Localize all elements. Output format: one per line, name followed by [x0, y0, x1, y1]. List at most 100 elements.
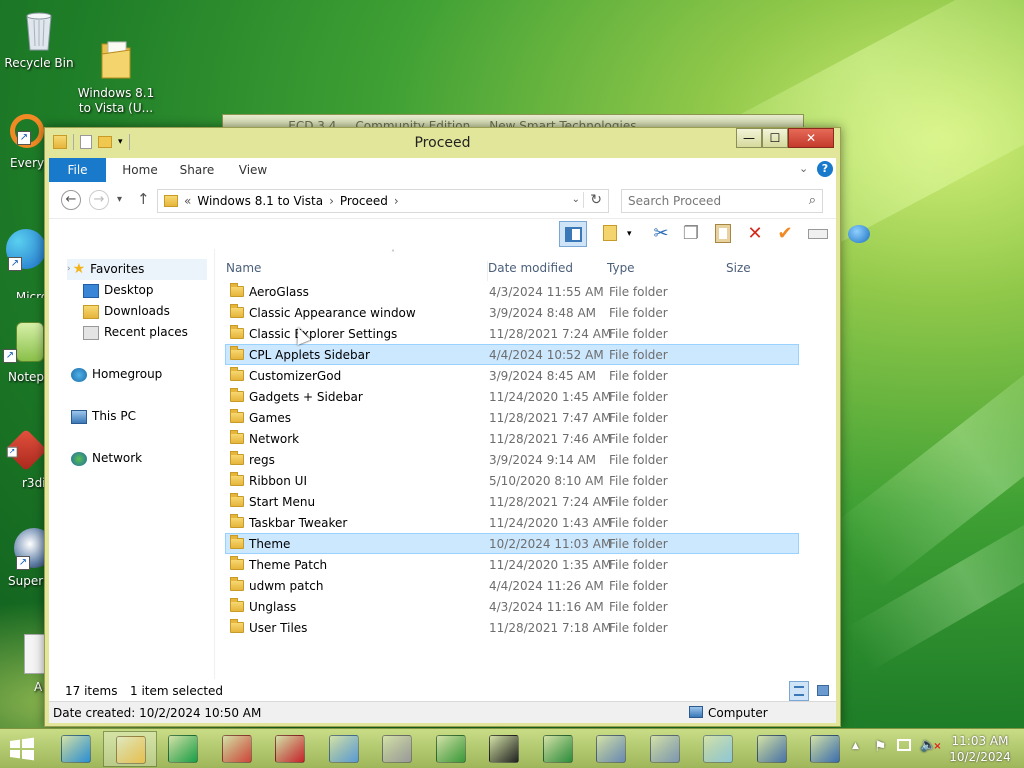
desktop-icon-r3dir[interactable]: ↗ r3di [0, 430, 46, 496]
address-dropdown-icon[interactable]: ⌄ [572, 194, 580, 205]
breadcrumb-separator[interactable]: › [329, 194, 334, 208]
tab-home[interactable]: Home [113, 158, 167, 182]
nav-item-label: Network [92, 451, 143, 465]
desktop-icon-recycle-bin[interactable]: Recycle Bin [0, 8, 78, 71]
desktop-icon-vista-folder[interactable]: Windows 8.1 to Vista (U... [77, 8, 155, 131]
recent-locations-button[interactable]: ▾ [117, 194, 122, 205]
nav-recent-places[interactable]: Recent places [83, 322, 188, 343]
expand-ribbon-icon[interactable]: ⌄ [799, 162, 808, 175]
file-row[interactable]: Taskbar Tweaker 11/24/2020 1:43 AM File fo… [225, 512, 799, 533]
file-row[interactable]: Network 11/28/2021 7:46 AM File folder [225, 428, 799, 449]
taskbar-app-button[interactable] [49, 731, 103, 767]
paste-button[interactable] [709, 221, 737, 247]
nav-network[interactable]: Network [71, 448, 142, 469]
file-row[interactable]: Classic Appearance window 3/9/2024 8:48 A… [225, 302, 799, 323]
desktop-icon-document[interactable]: A [0, 634, 46, 700]
column-header-date[interactable]: Date modified [487, 261, 573, 281]
action-center-flag-icon[interactable]: ⚑ [874, 739, 887, 757]
file-row[interactable]: User Tiles 11/28/2021 7:18 AM File folder [225, 617, 799, 638]
search-input[interactable] [628, 190, 798, 211]
file-row[interactable]: Theme 10/2/2024 11:03 AM File folder [225, 533, 799, 554]
file-name: Network [249, 432, 300, 446]
refresh-button[interactable]: ↻ [583, 192, 602, 208]
file-row[interactable]: Classic Explorer Settings 11/28/2021 7:24… [225, 323, 799, 344]
tray-overflow-button[interactable]: ▲ [852, 741, 859, 757]
nav-item-label: Favorites [90, 262, 145, 276]
taskbar-app-button[interactable] [424, 731, 478, 767]
file-date: 11/24/2020 1:45 AM [489, 390, 612, 404]
file-row[interactable]: AeroGlass 4/3/2024 11:55 AM File folder [225, 281, 799, 302]
file-row[interactable]: Unglass 4/3/2024 11:16 AM File folder [225, 596, 799, 617]
file-row[interactable]: Gadgets + Sidebar 11/24/2020 1:45 AM File … [225, 386, 799, 407]
maximize-button[interactable]: ☐ [762, 128, 788, 148]
computer-icon [689, 706, 703, 718]
preview-pane-button[interactable] [559, 221, 587, 247]
file-row[interactable]: Start Menu 11/28/2021 7:24 AM File folder [225, 491, 799, 512]
delete-button[interactable]: ✕ [741, 221, 769, 247]
close-button[interactable]: ✕ [788, 128, 834, 148]
details-view-button[interactable] [789, 681, 809, 701]
copy-button[interactable]: ❐ [677, 221, 705, 247]
cut-button[interactable]: ✂ [647, 221, 675, 247]
title-bar[interactable]: ▾ Proceed — ☐ ✕ [45, 128, 840, 158]
breadcrumb-overflow[interactable]: « [184, 194, 191, 208]
address-bar[interactable]: « Windows 8.1 to Vista › Proceed › ⌄ ↻ [157, 189, 609, 213]
desktop-icon-edge[interactable]: ↗ Micro Edg [0, 214, 46, 298]
desktop-icon-everything[interactable]: ↗ Everyt [0, 114, 46, 180]
minimize-button[interactable]: — [736, 128, 762, 148]
taskbar-app-button[interactable] [745, 731, 799, 767]
forward-button[interactable]: → [89, 190, 109, 210]
nav-this-pc[interactable]: This PC [71, 406, 136, 427]
taskbar-app-button[interactable] [531, 731, 585, 767]
up-button[interactable]: ↑ [137, 190, 150, 208]
file-row[interactable]: Theme Patch 11/24/2020 1:35 AM File folder [225, 554, 799, 575]
tab-share[interactable]: Share [171, 158, 223, 182]
nav-homegroup[interactable]: Homegroup [71, 364, 162, 385]
breadcrumb-separator[interactable]: › [394, 194, 399, 208]
file-row[interactable]: Ribbon UI 5/10/2020 8:10 AM File folder [225, 470, 799, 491]
nav-favorites[interactable]: › ★ Favorites [67, 259, 207, 280]
desktop-icon-notepad[interactable]: ↗ Notep [0, 322, 46, 388]
help-icon[interactable]: ? [817, 161, 833, 177]
taskbar-app-button[interactable] [584, 731, 638, 767]
select-button[interactable] [804, 221, 832, 247]
file-row[interactable]: Games 11/28/2021 7:47 AM File folder [225, 407, 799, 428]
column-header-size[interactable]: Size [726, 261, 751, 281]
folder-icon [230, 388, 244, 402]
file-row[interactable]: udwm patch 4/4/2024 11:26 AM File folder [225, 575, 799, 596]
taskbar-app-button[interactable] [103, 731, 157, 767]
start-button[interactable] [6, 735, 38, 763]
taskbar-app-button[interactable] [638, 731, 692, 767]
nav-desktop[interactable]: Desktop [83, 280, 154, 301]
taskbar-app-button[interactable] [317, 731, 371, 767]
taskbar-app-button[interactable] [691, 731, 745, 767]
breadcrumb-item[interactable]: Windows 8.1 to Vista [197, 194, 323, 208]
file-name: Unglass [249, 600, 297, 614]
printer-icon [382, 735, 412, 763]
taskbar-app-button[interactable] [263, 731, 317, 767]
large-icons-view-button[interactable] [813, 681, 833, 701]
breadcrumb-item[interactable]: Proceed [340, 194, 388, 208]
taskbar-app-button[interactable] [210, 731, 264, 767]
file-row[interactable]: CPL Applets Sidebar 4/4/2024 10:52 AM File… [225, 344, 799, 365]
file-row[interactable]: regs 3/9/2024 9:14 AM File folder [225, 449, 799, 470]
taskbar-app-button[interactable] [370, 731, 424, 767]
taskbar-app-button[interactable] [156, 731, 210, 767]
options-button[interactable] [845, 221, 873, 247]
tab-file[interactable]: File [49, 158, 106, 182]
rename-button[interactable]: ✔ [771, 221, 799, 247]
properties-button[interactable]: ▾ [597, 221, 632, 247]
file-row[interactable]: CustomizerGod 3/9/2024 8:45 AM File folder [225, 365, 799, 386]
column-header-name[interactable]: Name [226, 261, 261, 281]
volume-muted-icon[interactable]: 🔈× [920, 738, 942, 756]
network-tray-icon[interactable] [897, 739, 911, 757]
desktop-icon-super[interactable]: ↗ Super [0, 528, 46, 594]
back-button[interactable]: ← [61, 190, 81, 210]
column-header-type[interactable]: Type [607, 261, 635, 281]
taskbar-app-button[interactable] [477, 731, 531, 767]
nav-downloads[interactable]: Downloads [83, 301, 170, 322]
taskbar-app-button[interactable] [798, 731, 852, 767]
tab-view[interactable]: View [229, 158, 277, 182]
clock[interactable]: 11:03 AM 10/2/2024 [944, 733, 1016, 768]
search-box[interactable]: ⌕ [621, 189, 823, 213]
